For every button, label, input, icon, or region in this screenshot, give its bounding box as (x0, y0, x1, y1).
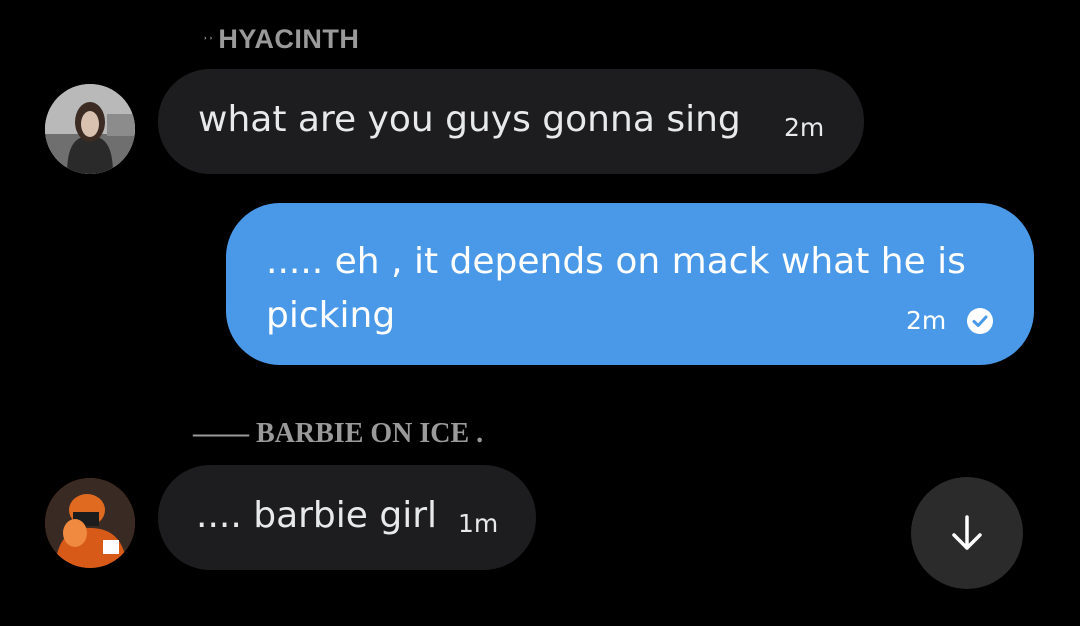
avatar-photo (45, 84, 135, 174)
arrow-down-icon (952, 515, 982, 550)
message-text: ..... eh , it depends on mack what he is… (266, 241, 966, 336)
avatar[interactable] (45, 478, 135, 568)
message-timestamp: 1m (458, 509, 499, 538)
message-bubble-outgoing[interactable]: ..... eh , it depends on mack what he is… (226, 203, 1034, 365)
message-timestamp: 2m (906, 306, 947, 335)
scroll-to-bottom-button[interactable] (911, 477, 1023, 589)
sender-prefix: ˒˒ (203, 27, 215, 43)
avatar[interactable] (45, 84, 135, 174)
message-text: .... barbie girl (196, 495, 438, 536)
sender-label: HYACINTH (218, 24, 360, 54)
message-timestamp: 2m (784, 113, 825, 142)
message-text: what are you guys gonna sing (198, 99, 741, 140)
sender-name: ˒˒ HYACINTH (203, 24, 359, 55)
message-bubble[interactable]: .... barbie girl 1m (158, 465, 536, 570)
message-bubble[interactable]: what are you guys gonna sing 2m (158, 69, 864, 174)
check-circle-icon (967, 308, 993, 334)
sender-name: —— BARBIE ON ICE . (193, 418, 484, 449)
avatar-photo (45, 478, 135, 568)
